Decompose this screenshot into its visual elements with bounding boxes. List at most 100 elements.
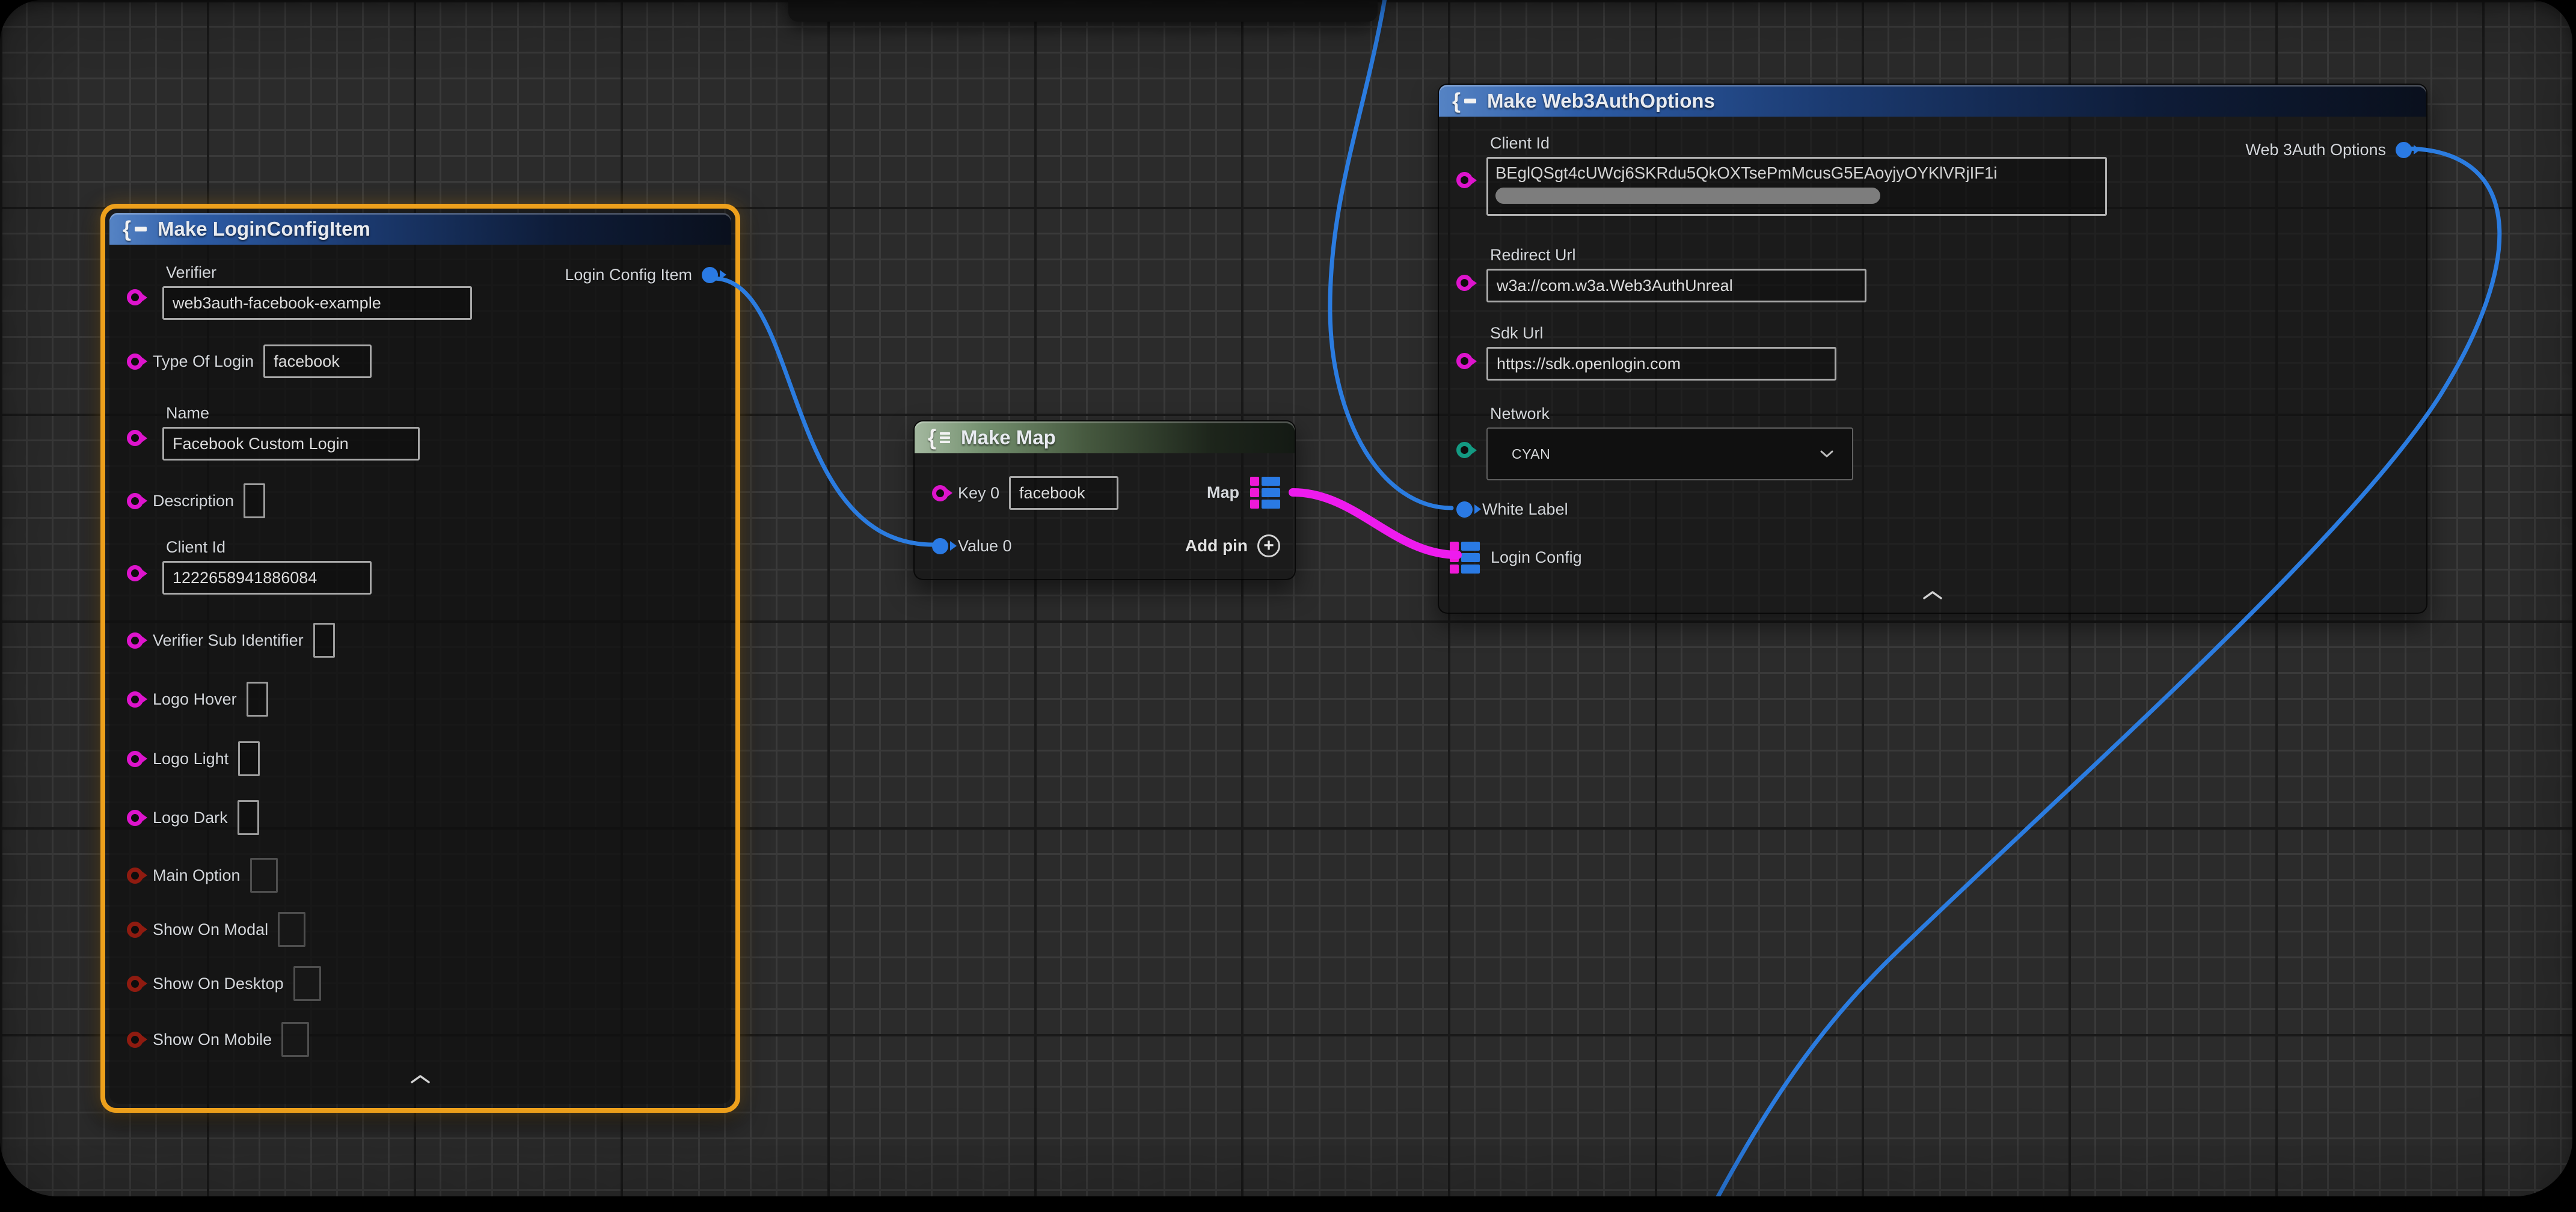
client-id-input[interactable]: BEglQSgt4cUWcj6SKRdu5QkOXTsePmMcusG5EAoy… — [1486, 157, 2107, 216]
type-of-login-input[interactable] — [263, 344, 372, 378]
verifier-sub-identifier-input[interactable] — [313, 623, 335, 658]
map-output-row: Map — [1207, 475, 1280, 510]
redirect-url-pin[interactable] — [1456, 275, 1473, 291]
show-on-mobile-checkbox[interactable] — [281, 1022, 309, 1057]
name-input[interactable] — [162, 427, 420, 461]
logo-light-input[interactable] — [238, 741, 260, 776]
type-of-login-label: Type Of Login — [153, 352, 254, 371]
key-0-input[interactable] — [1009, 476, 1118, 510]
collapse-chevron-icon[interactable] — [409, 1074, 431, 1088]
description-pin[interactable] — [127, 493, 143, 509]
logo-hover-row: Logo Hover — [127, 682, 268, 717]
key-0-label: Key 0 — [958, 484, 999, 503]
client-id-group: Client Id BEglQSgt4cUWcj6SKRdu5QkOXTsePm… — [1486, 134, 2107, 216]
show-on-desktop-checkbox[interactable] — [293, 966, 321, 1001]
collapse-chevron-icon[interactable] — [1922, 590, 1943, 604]
network-pin[interactable] — [1456, 442, 1473, 458]
show-on-mobile-row: Show On Mobile — [127, 1022, 309, 1057]
wire-top-to-white-label[interactable] — [1330, 0, 1452, 508]
name-label: Name — [166, 404, 420, 423]
logo-light-pin[interactable] — [127, 751, 143, 767]
white-label-label: White Label — [1482, 500, 1568, 519]
sdk-url-label: Sdk Url — [1490, 324, 1836, 343]
login-config-label: Login Config — [1491, 548, 1582, 567]
show-on-modal-label: Show On Modal — [153, 920, 268, 939]
wire-map-to-login-config[interactable] — [1293, 492, 1458, 555]
white-label-pin[interactable] — [1456, 501, 1473, 518]
name-pin[interactable] — [127, 430, 143, 446]
node-title: Make Web3AuthOptions — [1487, 90, 1715, 112]
logo-hover-pin[interactable] — [127, 691, 143, 708]
sdk-url-group: Sdk Url — [1486, 324, 1836, 381]
node-header[interactable]: } Make Map — [915, 421, 1295, 453]
client-id-pin[interactable] — [127, 565, 143, 581]
node-make-loginconfigitem[interactable]: } Make LoginConfigItem Login Config Item… — [109, 213, 731, 1104]
logo-dark-input[interactable] — [238, 800, 259, 835]
main-option-checkbox[interactable] — [250, 858, 278, 893]
client-id-pin[interactable] — [1456, 172, 1473, 188]
add-pin-button[interactable]: Add pin + — [1185, 528, 1280, 563]
verifier-sub-identifier-pin[interactable] — [127, 632, 143, 649]
client-id-value: BEglQSgt4cUWcj6SKRdu5QkOXTsePmMcusG5EAoy… — [1488, 159, 2105, 183]
sdk-url-input[interactable] — [1486, 347, 1836, 381]
show-on-desktop-row: Show On Desktop — [127, 966, 321, 1001]
node-make-map[interactable]: } Make Map Key 0 Map Value 0 Add pin + — [913, 420, 1296, 580]
output-pin-label: Web 3Auth Options — [2245, 141, 2386, 159]
add-pin-label: Add pin — [1185, 536, 1248, 556]
show-on-desktop-pin[interactable] — [127, 976, 143, 992]
node-header[interactable]: } Make LoginConfigItem — [109, 213, 731, 245]
blueprint-graph-canvas[interactable]: } Make LoginConfigItem Login Config Item… — [0, 0, 2572, 1196]
client-id-label: Client Id — [166, 538, 372, 557]
network-group: Network CYAN — [1486, 405, 1853, 480]
type-of-login-row: Type Of Login — [127, 344, 372, 379]
network-selected-value: CYAN — [1512, 446, 1550, 462]
make-map-icon: } — [928, 427, 950, 448]
sdk-url-pin[interactable] — [1456, 353, 1473, 369]
network-label: Network — [1490, 405, 1853, 423]
client-id-scrollbar[interactable] — [1495, 188, 1880, 204]
description-label: Description — [153, 492, 234, 510]
key-0-row: Key 0 — [932, 476, 1118, 510]
client-id-input[interactable] — [162, 561, 372, 595]
value-0-label: Value 0 — [958, 537, 1012, 556]
show-on-mobile-label: Show On Mobile — [153, 1030, 272, 1049]
partial-node-top[interactable] — [788, 0, 1378, 22]
show-on-mobile-pin[interactable] — [127, 1032, 143, 1048]
web3auth-options-output-pin[interactable] — [2396, 142, 2412, 158]
login-config-pin[interactable] — [1450, 542, 1480, 574]
make-struct-icon: } — [123, 218, 147, 240]
logo-dark-pin[interactable] — [127, 810, 143, 826]
logo-dark-row: Logo Dark — [127, 800, 259, 835]
description-input[interactable] — [244, 483, 265, 518]
network-dropdown[interactable]: CYAN — [1486, 427, 1853, 480]
verifier-input[interactable] — [162, 286, 472, 320]
output-row-login-config-item: Login Config Item — [565, 257, 718, 292]
white-label-row: White Label — [1456, 492, 1568, 527]
login-config-item-output-pin[interactable] — [702, 267, 718, 283]
type-of-login-pin[interactable] — [127, 354, 143, 370]
map-output-label: Map — [1207, 483, 1239, 502]
node-make-loginconfigitem-selection: } Make LoginConfigItem Login Config Item… — [100, 204, 740, 1113]
logo-light-row: Logo Light — [127, 741, 260, 776]
redirect-url-group: Redirect Url — [1486, 246, 1866, 302]
node-header[interactable]: } Make Web3AuthOptions — [1439, 85, 2426, 117]
node-make-web3authoptions[interactable]: } Make Web3AuthOptions Web 3Auth Options… — [1438, 84, 2427, 614]
main-option-pin[interactable] — [127, 868, 143, 884]
redirect-url-input[interactable] — [1486, 269, 1866, 302]
logo-hover-input[interactable] — [247, 682, 268, 717]
show-on-modal-checkbox[interactable] — [278, 912, 305, 947]
key-0-pin[interactable] — [932, 485, 948, 501]
verifier-sub-identifier-row: Verifier Sub Identifier — [127, 623, 335, 658]
add-pin-icon: + — [1257, 534, 1280, 557]
wire-loginconfigitem-to-value0[interactable] — [713, 278, 933, 545]
map-output-pin[interactable] — [1250, 477, 1280, 509]
show-on-modal-pin[interactable] — [127, 922, 143, 938]
verifier-pin[interactable] — [127, 289, 143, 305]
value-0-pin[interactable] — [932, 538, 948, 554]
description-row: Description — [127, 483, 265, 518]
verifier-sub-identifier-label: Verifier Sub Identifier — [153, 631, 304, 650]
node-title: Make LoginConfigItem — [158, 218, 370, 240]
logo-light-label: Logo Light — [153, 750, 228, 768]
node-title: Make Map — [961, 426, 1056, 449]
client-id-group: Client Id — [162, 538, 372, 595]
